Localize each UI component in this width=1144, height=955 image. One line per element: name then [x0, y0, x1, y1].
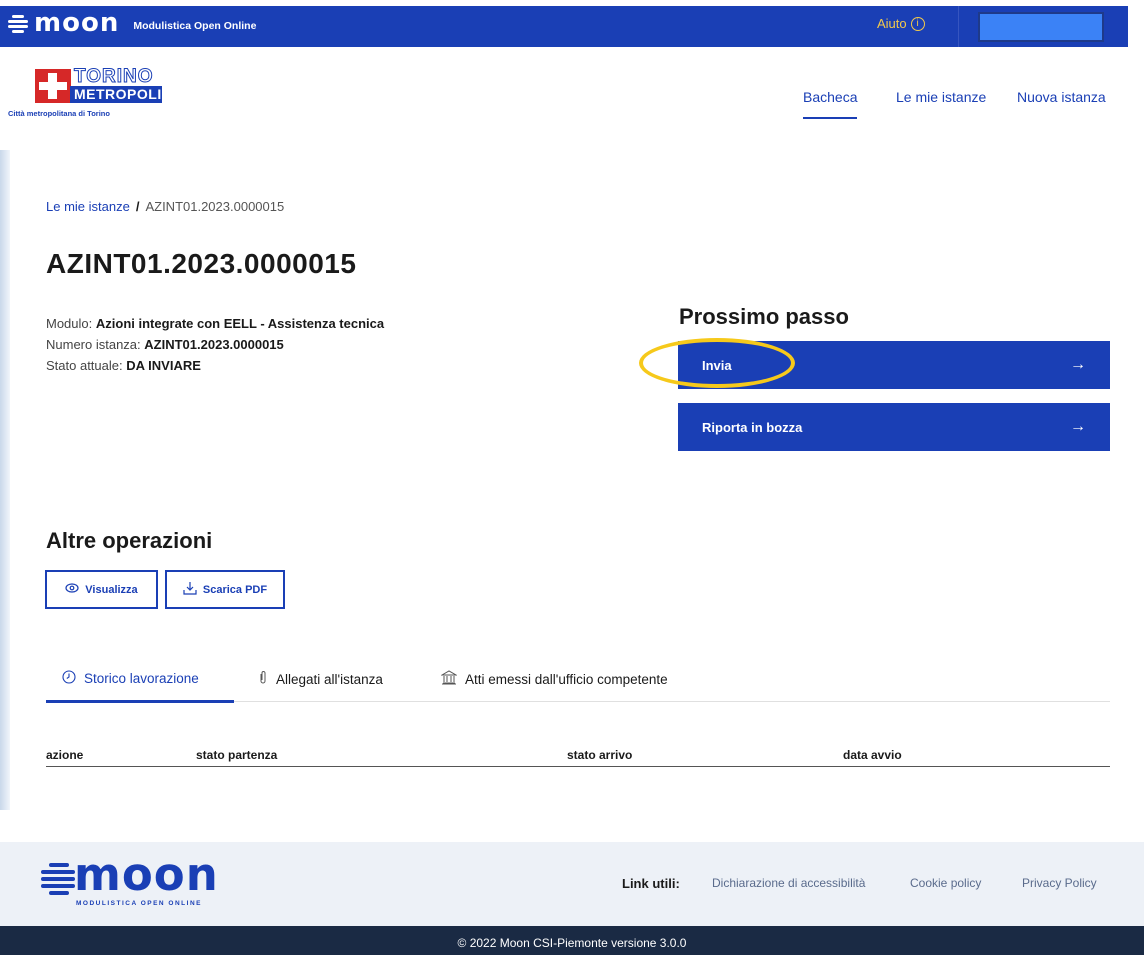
topbar-divider [958, 6, 959, 47]
tab-allegati[interactable]: Allegati all'istanza [258, 670, 383, 688]
tab-atti-emessi[interactable]: Atti emessi dall'ufficio competente [440, 670, 668, 688]
moon-logo-icon [41, 863, 75, 895]
side-decoration [0, 150, 10, 810]
torino-metropoli-logo[interactable]: TORINO METROPOLI Città metropolitana di … [8, 66, 168, 126]
brand-logo[interactable]: moon Modulistica Open Online [8, 10, 256, 36]
other-operations-title: Altre operazioni [46, 528, 213, 553]
info-numero-label: Numero istanza: [46, 337, 141, 352]
info-numero: Numero istanza: AZINT01.2023.0000015 [46, 334, 384, 355]
clock-icon [62, 670, 76, 687]
footer: moon MODULISTICA OPEN ONLINE Link utili:… [0, 842, 1144, 926]
scarica-pdf-label: Scarica PDF [202, 583, 268, 596]
footer-links-label: Link utili: [622, 876, 680, 891]
topbar-end [1128, 6, 1144, 47]
help-link[interactable]: Aiuto i [877, 16, 925, 31]
eye-icon [65, 583, 79, 596]
copyright-bar: © 2022 Moon CSI-Piemonte versione 3.0.0 [0, 926, 1144, 955]
instance-info: Modulo: Azioni integrate con EELL - Assi… [46, 313, 384, 376]
table-header-data-avvio: data avvio [843, 748, 902, 762]
info-stato-value: DA INVIARE [126, 358, 201, 373]
info-modulo-label: Modulo: [46, 316, 93, 331]
help-label: Aiuto [877, 16, 907, 31]
info-circle-icon: i [910, 16, 925, 31]
tab-storico-lavorazione[interactable]: Storico lavorazione [62, 670, 199, 687]
link-accessibilita[interactable]: Dichiarazione di accessibilità [712, 876, 865, 890]
logo-line2: METROPOLI [70, 86, 162, 103]
user-menu-button[interactable] [978, 12, 1104, 42]
breadcrumb-separator: / [135, 199, 140, 214]
footer-brand-name: moon [74, 848, 219, 901]
riporta-in-bozza-button[interactable]: Riporta in bozza → [678, 403, 1110, 451]
tab-storico-label: Storico lavorazione [84, 671, 199, 686]
scarica-pdf-button[interactable]: Scarica PDF [165, 570, 285, 609]
arrow-right-icon: → [1070, 356, 1086, 373]
riporta-label: Riporta in bozza [702, 419, 803, 435]
info-modulo-value: Azioni integrate con EELL - Assistenza t… [95, 316, 385, 331]
page-title: AZINT01.2023.0000015 [46, 248, 357, 279]
nav-nuova-istanza[interactable]: Nuova istanza [1017, 89, 1106, 105]
paperclip-icon [258, 670, 268, 688]
table-header-azione: azione [46, 748, 84, 762]
city-shield-icon [35, 69, 71, 103]
table-header-stato-arrivo: stato arrivo [567, 748, 633, 762]
bank-icon [440, 670, 458, 688]
visualizza-label: Visualizza [85, 583, 138, 596]
tab-atti-label: Atti emessi dall'ufficio competente [465, 671, 668, 687]
logo-line3: Città metropolitana di Torino [8, 109, 110, 118]
link-cookie-policy[interactable]: Cookie policy [910, 876, 981, 890]
moon-logo-icon [8, 14, 28, 33]
download-icon [183, 581, 197, 598]
table-header-stato-partenza: stato partenza [196, 748, 278, 762]
footer-brand-subtitle: MODULISTICA OPEN ONLINE [76, 900, 202, 907]
top-edge [0, 0, 1144, 6]
info-modulo: Modulo: Azioni integrate con EELL - Assi… [46, 313, 384, 334]
nav-bacheca[interactable]: Bacheca [803, 89, 858, 119]
arrow-right-icon: → [1070, 418, 1086, 435]
link-privacy-policy[interactable]: Privacy Policy [1022, 876, 1097, 890]
table-header-divider [46, 766, 1110, 767]
info-stato: Stato attuale: DA INVIARE [46, 355, 384, 376]
breadcrumb-parent-link[interactable]: Le mie istanze [46, 199, 130, 214]
info-stato-label: Stato attuale: [46, 358, 123, 373]
tab-allegati-label: Allegati all'istanza [276, 671, 383, 687]
logo-line1: TORINO [74, 66, 154, 87]
nav-le-mie-istanze[interactable]: Le mie istanze [896, 89, 986, 105]
next-step-title: Prossimo passo [679, 304, 849, 329]
brand-name: moon [34, 8, 120, 38]
info-numero-value: AZINT01.2023.0000015 [144, 337, 284, 352]
top-bar: moon Modulistica Open Online Aiuto i [0, 0, 1144, 47]
active-tab-indicator [46, 700, 234, 703]
visualizza-button[interactable]: Visualizza [45, 570, 158, 609]
breadcrumb-current: AZINT01.2023.0000015 [145, 199, 285, 214]
breadcrumb: Le mie istanze / AZINT01.2023.0000015 [46, 199, 284, 214]
brand-subtitle: Modulistica Open Online [133, 20, 257, 32]
highlight-ellipse [639, 338, 795, 388]
